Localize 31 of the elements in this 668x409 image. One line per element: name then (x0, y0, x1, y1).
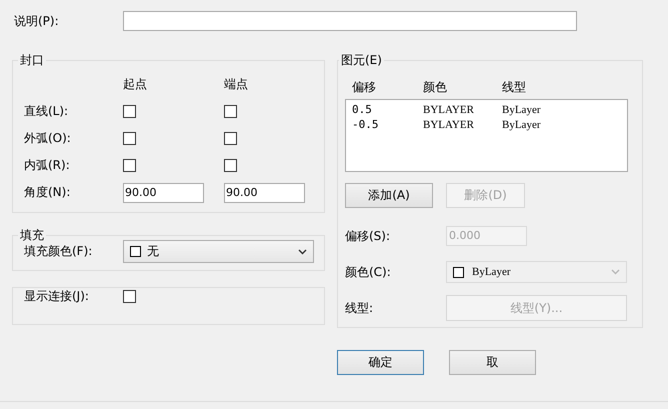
list-cell-text: BYLAYER (423, 104, 475, 116)
column-header: 偏移 (352, 79, 377, 96)
display-joints-label: 显示连接(J): (24, 288, 90, 305)
fill-color-dropdown[interactable]: 无 (123, 240, 314, 263)
column-header: 端点 (224, 76, 249, 93)
column-header: 起点 (123, 76, 148, 93)
list-cell-text: BYLAYER (423, 118, 475, 130)
row-label: 角度(N): (24, 184, 72, 201)
dialog-button[interactable]: 确定 (337, 350, 424, 375)
row-label: 内弧(R): (24, 157, 71, 174)
dialog-button[interactable]: 取 (449, 350, 536, 375)
list-cell-text: 0.5 (352, 103, 373, 116)
column-header: 颜色 (423, 79, 448, 96)
description-label: 说明(P): (13, 12, 60, 30)
angle-field[interactable]: 90.00 (123, 182, 204, 202)
fill-color-label: 填充颜色(F): (24, 243, 94, 260)
add-button[interactable]: 添加(A) (345, 183, 433, 208)
list-cell: ByLayer (502, 118, 540, 130)
group-title: 填充 (19, 227, 45, 244)
row-label: 外弧(O): (24, 130, 72, 147)
color-label: 颜色(C): (345, 264, 392, 280)
list-cell-text: -0.5 (352, 118, 380, 131)
list-cell: ByLayer (502, 104, 540, 116)
elements-list[interactable]: 0.5 BYLAYER ByLayer -0.5 BYLAYER ByLayer (345, 99, 628, 172)
row-label: 直线(L): (24, 103, 70, 120)
group-title: 封口 (19, 52, 45, 69)
angle-field[interactable]: 90.00 (224, 182, 305, 202)
offset-label: 偏移(S): (345, 228, 392, 244)
group-title: 图元(E) (340, 52, 383, 69)
linetype-label: 线型: (345, 300, 374, 316)
column-header: 线型 (502, 79, 526, 96)
